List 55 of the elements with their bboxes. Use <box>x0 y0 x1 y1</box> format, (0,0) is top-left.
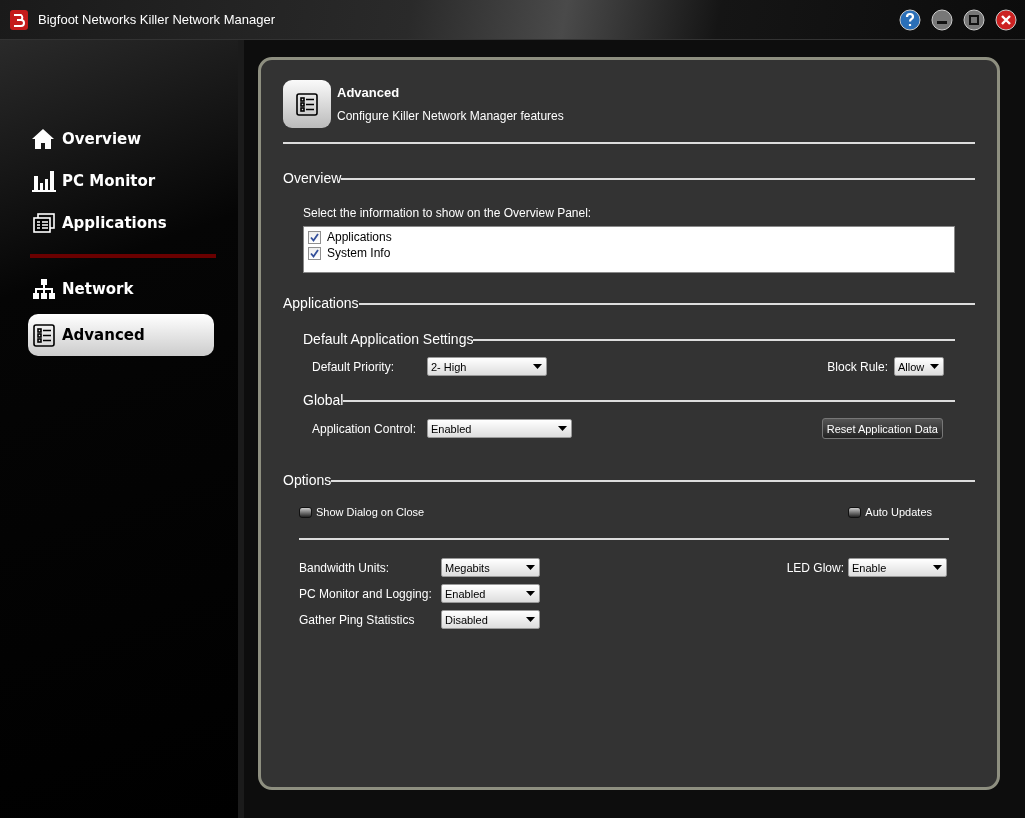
sidebar-item[interactable]: PC Monitor <box>28 164 214 198</box>
checkbox[interactable] <box>308 246 321 260</box>
minimize-icon[interactable] <box>931 8 953 31</box>
field-label: Gather Ping Statistics <box>299 612 416 627</box>
close-icon[interactable] <box>995 8 1017 31</box>
caret-icon <box>558 426 567 431</box>
toggle-label: Show Dialog on Close <box>316 506 425 518</box>
network-icon <box>32 277 56 301</box>
field-label: Bandwidth Units: <box>299 560 391 575</box>
bar-chart-icon <box>32 169 56 193</box>
section-heading: Applications <box>283 295 359 311</box>
field-label: PC Monitor and Logging: <box>299 586 433 601</box>
page-subtitle: Configure Killer Network Manager features <box>337 109 564 123</box>
maximize-icon[interactable] <box>963 8 985 31</box>
caret-icon <box>526 617 535 622</box>
house-icon <box>32 127 56 151</box>
subsection-heading: Global <box>303 392 344 408</box>
app-logo-icon <box>10 9 28 30</box>
help-icon[interactable] <box>899 8 921 31</box>
sidebar-item[interactable]: Overview <box>28 122 214 156</box>
dropdown[interactable]: 2- High <box>427 357 547 376</box>
windows-icon <box>32 211 56 235</box>
caret-icon <box>933 565 942 570</box>
dropdown[interactable]: Enabled <box>427 419 572 438</box>
field-label: Default Priority: <box>312 359 396 374</box>
sidebar-item[interactable]: Advanced <box>28 314 214 356</box>
section-heading: Options <box>283 472 332 488</box>
caret-icon <box>533 364 542 369</box>
reset-button[interactable]: Reset Application Data <box>821 418 943 439</box>
toggle-checkbox[interactable] <box>299 506 312 518</box>
sidebar-item[interactable]: Network <box>28 272 214 306</box>
prompt-text: Select the information to show on the Overview Panel: <box>303 206 592 220</box>
subsection-heading: Default Application Settings <box>303 331 474 347</box>
dropdown[interactable]: Enable <box>848 558 947 577</box>
checkbox[interactable] <box>308 230 321 244</box>
window-title: Bigfoot Networks Killer Network Manager <box>38 12 276 27</box>
field-label: Application Control: <box>312 421 418 436</box>
list-icon <box>32 323 56 347</box>
toggle-label: Auto Updates <box>865 506 932 518</box>
list-icon <box>283 80 331 128</box>
dropdown[interactable]: Allow <box>894 357 944 376</box>
caret-icon <box>930 364 939 369</box>
field-label: LED Glow: <box>786 560 844 575</box>
page-title: Advanced <box>337 85 401 100</box>
caret-icon <box>526 591 535 596</box>
dropdown[interactable]: Megabits <box>441 558 540 577</box>
field-label: Block Rule: <box>827 359 888 374</box>
checkbox-label: Applications <box>327 230 392 244</box>
sidebar-item[interactable]: Applications <box>28 206 214 240</box>
section-heading: Overview <box>283 170 342 186</box>
dropdown[interactable]: Enabled <box>441 584 540 603</box>
checkbox-label: System Info <box>327 246 391 260</box>
dropdown[interactable]: Disabled <box>441 610 540 629</box>
caret-icon <box>526 565 535 570</box>
toggle-checkbox[interactable] <box>848 506 862 518</box>
